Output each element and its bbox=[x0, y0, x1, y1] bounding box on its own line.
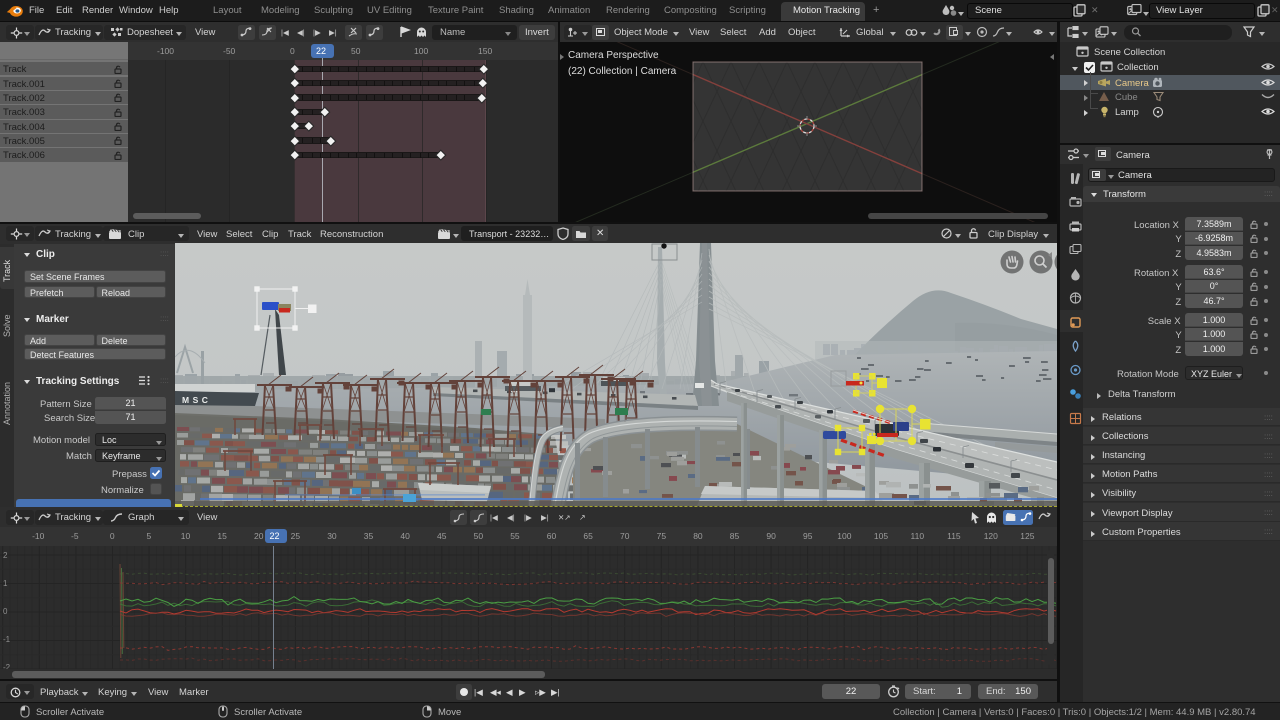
svg-text:MSC: MSC bbox=[182, 395, 211, 405]
